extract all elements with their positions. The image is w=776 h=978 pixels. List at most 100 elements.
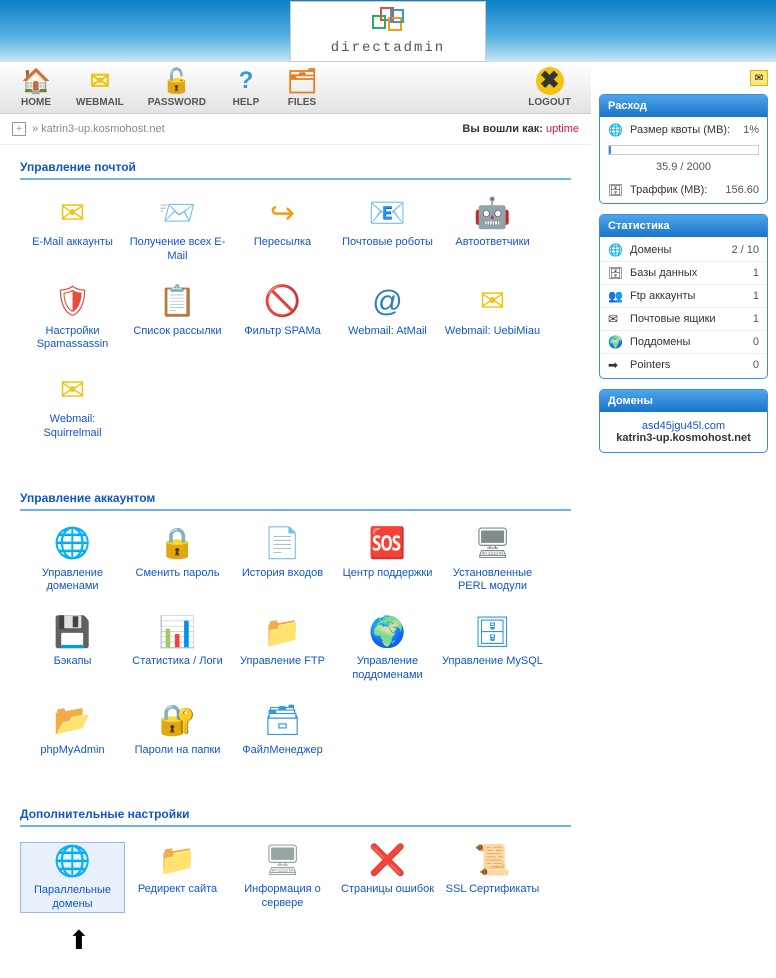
toolbar: 🏠HOME✉WEBMAIL🔓PASSWORD?HELP🗂FILES ✖LOGOUT	[0, 62, 591, 114]
quota-label: Размер квоты (MB):	[630, 124, 730, 136]
item-icon: 📂	[53, 703, 93, 739]
toolbar-label: LOGOUT	[528, 97, 571, 108]
panel-domains-title: Домены	[600, 390, 767, 412]
stat-icon: 🗄	[608, 266, 624, 280]
item-label: Информация о сервере	[230, 883, 335, 911]
icon-item[interactable]: 💾 Бэкапы	[20, 614, 125, 683]
toolbar-label: FILES	[286, 97, 318, 108]
item-icon: 📊	[158, 614, 198, 650]
section-title: Дополнительные настройки	[20, 807, 571, 827]
icon-item[interactable]: 🌐Параллельные домены	[20, 842, 125, 913]
toolbar-label: HELP	[230, 97, 262, 108]
icon-item[interactable]: 🔒Сменить пароль	[125, 526, 230, 595]
toolbar-password[interactable]: 🔓PASSWORD	[136, 67, 218, 108]
item-icon: ✉	[473, 284, 513, 320]
stat-row[interactable]: 🗄Базы данных1	[600, 261, 767, 284]
item-icon: 📋	[158, 284, 198, 320]
item-label: Управление поддоменами	[335, 655, 440, 683]
icon-item[interactable]: 📋Список рассылки	[125, 284, 230, 353]
icon-item[interactable]: 📜SSL Сертификаты	[440, 842, 545, 913]
item-icon: @	[368, 284, 408, 320]
stat-label: Базы данных	[630, 267, 697, 279]
breadcrumb: + » katrin3-up.kosmohost.net Вы вошли ка…	[0, 114, 591, 145]
item-icon: ✉	[53, 195, 93, 231]
icon-item[interactable]: ✉Webmail: Squirrelmail	[20, 372, 125, 441]
icon-item[interactable]: 🔐Пароли на папки	[125, 703, 230, 758]
domain-entry[interactable]: asd45jgu45l.com	[608, 420, 759, 432]
icon-item[interactable]: ✉ E-Mail аккаунты	[20, 195, 125, 264]
item-icon: ↪	[263, 195, 303, 231]
toolbar-logout[interactable]: ✖LOGOUT	[516, 67, 583, 108]
toolbar-home[interactable]: 🏠HOME	[8, 67, 64, 108]
item-icon: 📁	[263, 614, 303, 650]
item-label: Получение всех E-Mail	[125, 236, 230, 264]
domain-entry[interactable]: katrin3-up.kosmohost.net	[608, 432, 759, 444]
item-label: Редирект сайта	[125, 883, 230, 897]
stat-row[interactable]: ➡Pointers0	[600, 353, 767, 376]
item-icon: ✉	[53, 372, 93, 408]
item-icon: 🔐	[158, 703, 198, 739]
icon-item[interactable]: 🚫Фильтр SPAMa	[230, 284, 335, 353]
stat-row[interactable]: ✉Почтовые ящики1	[600, 307, 767, 330]
brand-text: directadmin	[331, 40, 445, 56]
stat-icon: 👥	[608, 289, 624, 303]
item-label: SSL Сертификаты	[440, 883, 545, 897]
toolbar-webmail[interactable]: ✉WEBMAIL	[64, 67, 136, 108]
stat-val: 1	[753, 313, 759, 325]
icon-item[interactable]: 📄История входов	[230, 526, 335, 595]
domain-list: asd45jgu45l.comkatrin3-up.kosmohost.net	[600, 412, 767, 452]
item-icon: 🗄	[473, 614, 513, 650]
messages-icon[interactable]: ✉	[750, 70, 768, 86]
item-icon: 💾	[53, 614, 93, 650]
icon-grid: ✉ E-Mail аккаунты 📨 Получение всех E-Mail↪П…	[20, 195, 571, 461]
stat-row[interactable]: 🌐Домены2 / 10	[600, 239, 767, 261]
sidebar: ✉ Расход 🌐 Размер квоты (MB): 1% 35.9 / …	[591, 62, 776, 978]
icon-item[interactable]: ↪Пересылка	[230, 195, 335, 264]
item-icon: 🆘	[368, 526, 408, 562]
toolbar-help[interactable]: ?HELP	[218, 67, 274, 108]
stat-label: Почтовые ящики	[630, 313, 716, 325]
item-label: E-Mail аккаунты	[20, 236, 125, 250]
item-label: Webmail: AtMail	[335, 325, 440, 339]
icon-item[interactable]: ✉Webmail: UebiMiau	[440, 284, 545, 353]
toolbar-files[interactable]: 🗂FILES	[274, 67, 330, 108]
icon-item[interactable]: @ Webmail: AtMail	[335, 284, 440, 353]
icon-item[interactable]: 🤖Автоответчики	[440, 195, 545, 264]
item-label: Управление доменами	[20, 567, 125, 595]
item-label: Установленные PERL модули	[440, 567, 545, 595]
icon-item[interactable]: 🗄Управление MySQL	[440, 614, 545, 683]
toolbar-label: HOME	[20, 97, 52, 108]
stat-val: 2 / 10	[731, 244, 759, 256]
icon-item[interactable]: ❌Страницы ошибок	[335, 842, 440, 913]
quota-row: 🌐 Размер квоты (MB): 1%	[600, 119, 767, 141]
stat-icon: 🌍	[608, 335, 624, 349]
icon-item[interactable]: 📁Редирект сайта	[125, 842, 230, 913]
webmail-icon: ✉	[84, 67, 116, 95]
icon-item[interactable]: 🆘 Центр поддержки	[335, 526, 440, 595]
traffic-row: 🗄 Траффик (MB): 156.60	[600, 179, 767, 201]
icon-item[interactable]: 📂phpMyAdmin	[20, 703, 125, 758]
item-label: Бэкапы	[20, 655, 125, 669]
stat-row[interactable]: 👥Ftp аккаунты1	[600, 284, 767, 307]
icon-item[interactable]: 📁Управление FTP	[230, 614, 335, 683]
icon-item[interactable]: 📧Почтовые роботы	[335, 195, 440, 264]
brand-logo: directadmin	[290, 1, 486, 62]
icon-item[interactable]: 📊Статистика / Логи	[125, 614, 230, 683]
icon-item[interactable]: 🗃ФайлМенеджер	[230, 703, 335, 758]
icon-item[interactable]: 🖥Установленные PERL модули	[440, 526, 545, 595]
item-icon: 📨	[158, 195, 198, 231]
icon-grid: 🌐Параллельные домены📁Редирект сайта🖥Инфо…	[20, 842, 571, 933]
icon-item[interactable]: 📨 Получение всех E-Mail	[125, 195, 230, 264]
logged-as-label: Вы вошли как:	[462, 123, 543, 135]
icon-item[interactable]: 🛡Настройки Spamassassin	[20, 284, 125, 353]
stat-row[interactable]: 🌍Поддомены0	[600, 330, 767, 353]
item-label: Центр поддержки	[335, 567, 440, 581]
panel-domains: Домены asd45jgu45l.comkatrin3-up.kosmoho…	[599, 389, 768, 453]
item-icon: 🛡	[53, 284, 93, 320]
expand-icon[interactable]: +	[12, 122, 26, 136]
stat-label: Поддомены	[630, 336, 690, 348]
icon-item[interactable]: 🖥Информация о сервере	[230, 842, 335, 913]
header: directadmin	[0, 0, 776, 62]
icon-item[interactable]: 🌍Управление поддоменами	[335, 614, 440, 683]
icon-item[interactable]: 🌐Управление доменами	[20, 526, 125, 595]
